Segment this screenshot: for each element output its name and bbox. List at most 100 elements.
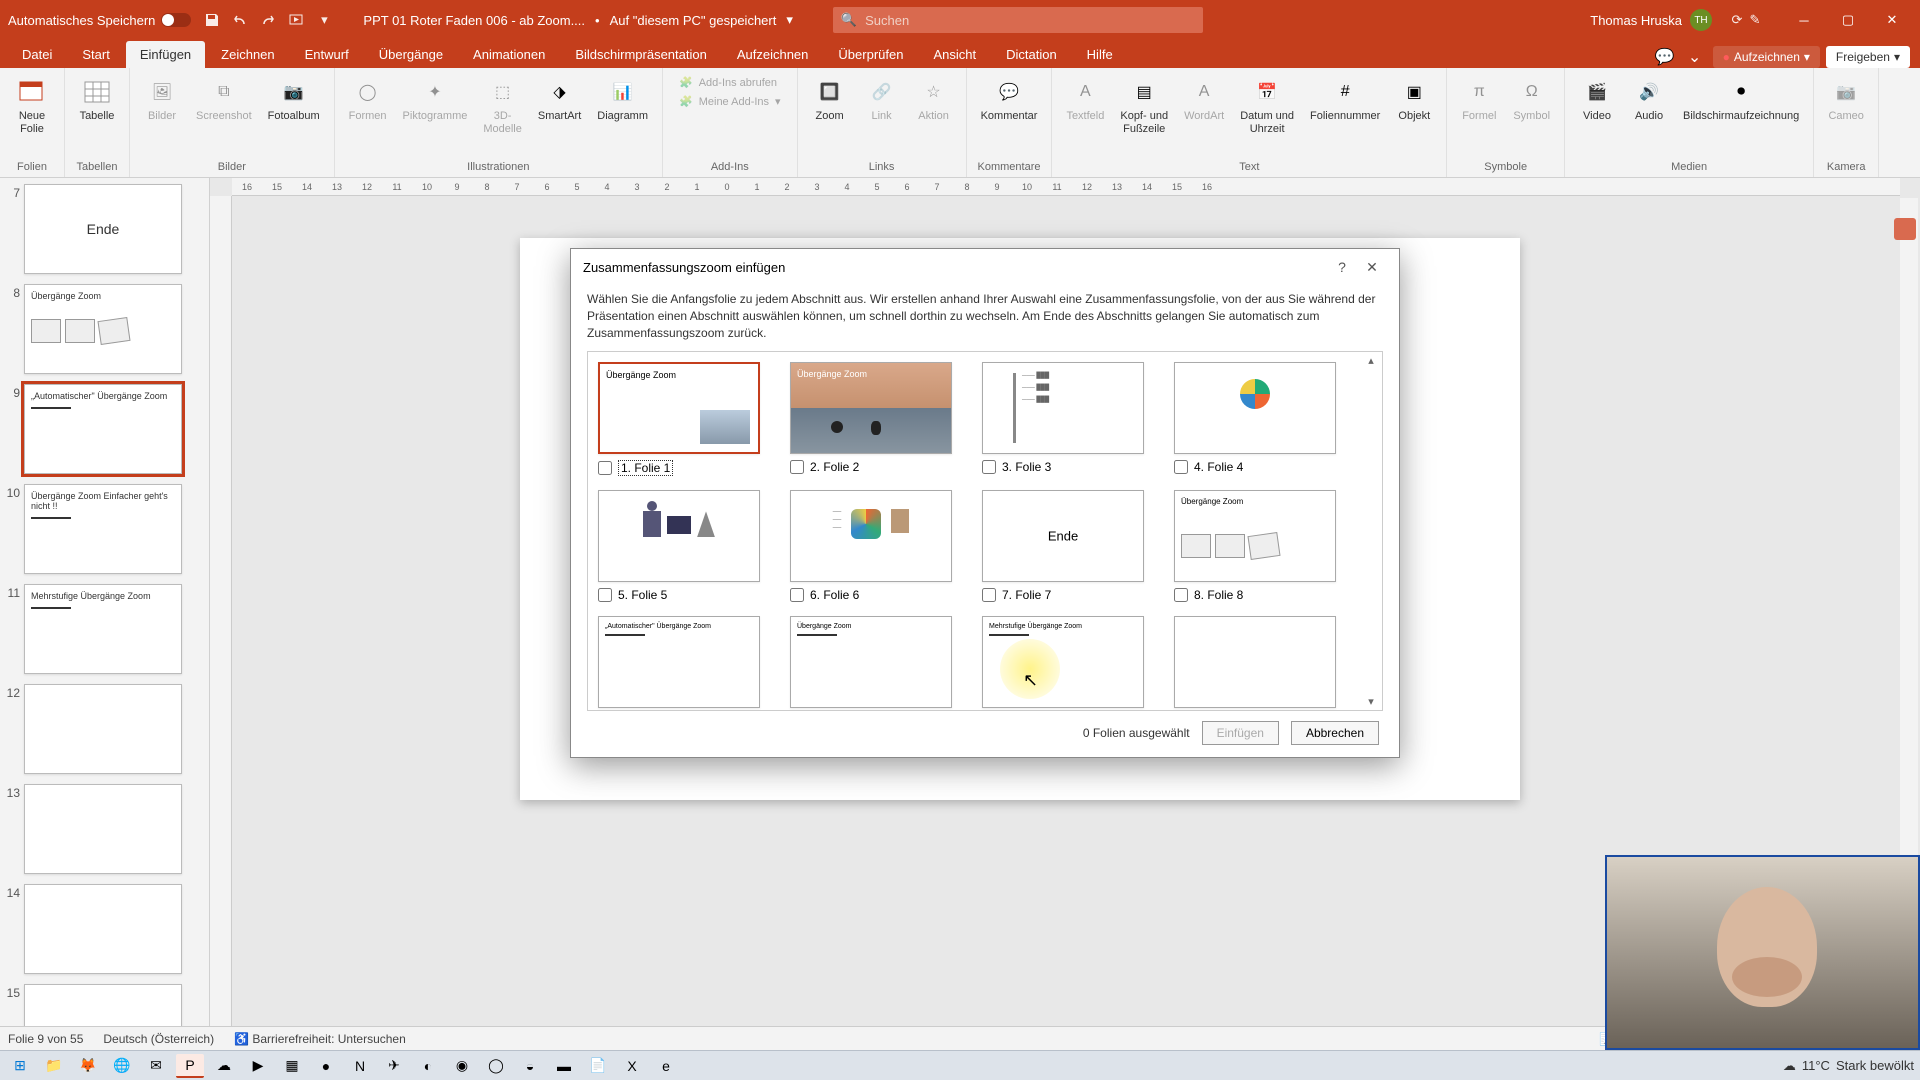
dialog-slide-checkbox[interactable]	[598, 588, 612, 602]
datetime-button[interactable]: 📅Datum und Uhrzeit	[1234, 72, 1300, 140]
slide-thumb-preview[interactable]	[24, 784, 182, 874]
share-button[interactable]: Freigeben▾	[1826, 46, 1910, 68]
toggle-switch-icon[interactable]	[161, 13, 191, 27]
dialog-slide-item[interactable]: ─── ███─── ███─── ███3. Folie 3	[982, 362, 1158, 476]
dialog-slide-checkbox[interactable]	[1174, 588, 1188, 602]
tab-uebergaenge[interactable]: Übergänge	[365, 41, 457, 68]
icons-button[interactable]: ✦Piktogramme	[397, 72, 474, 127]
symbol-button[interactable]: ΩSymbol	[1507, 72, 1556, 127]
dialog-slide-checkbox-row[interactable]: 12. Folie 12	[1174, 708, 1350, 711]
dialog-slide-item[interactable]: Mehrstufige Übergänge Zoom11. Folie 11	[982, 616, 1158, 711]
undo-icon[interactable]	[231, 11, 249, 29]
slide-thumb-preview[interactable]	[24, 684, 182, 774]
taskbar-app-icon[interactable]: ☁	[210, 1054, 238, 1078]
equation-button[interactable]: πFormel	[1455, 72, 1503, 127]
taskbar-powerpoint-icon[interactable]: P	[176, 1054, 204, 1078]
slide-counter[interactable]: Folie 9 von 55	[8, 1032, 83, 1046]
dialog-slide-checkbox-row[interactable]: 2. Folie 2	[790, 454, 966, 474]
taskbar-telegram-icon[interactable]: ✈	[380, 1054, 408, 1078]
comments-pane-icon[interactable]: 💬	[1653, 47, 1677, 67]
dialog-close-button[interactable]: ✕	[1357, 257, 1387, 277]
header-footer-button[interactable]: ▤Kopf- und Fußzeile	[1114, 72, 1174, 140]
screenrec-button[interactable]: ⏺Bildschirmaufzeichnung	[1677, 72, 1805, 127]
get-addins-button[interactable]: 🧩 Add-Ins abrufen	[673, 74, 787, 91]
taskbar-outlook-icon[interactable]: ✉	[142, 1054, 170, 1078]
slide-thumbnail[interactable]: 8Übergänge Zoom	[2, 284, 205, 374]
autosave-toggle[interactable]: Automatisches Speichern	[8, 13, 191, 28]
taskbar-app4-icon[interactable]: ◐	[414, 1054, 442, 1078]
zoom-button[interactable]: 🔲Zoom	[806, 72, 854, 127]
dialog-slide-checkbox[interactable]	[790, 588, 804, 602]
dialog-slide-preview[interactable]: Ende	[982, 490, 1144, 582]
dialog-slide-checkbox-row[interactable]: 6. Folie 6	[790, 582, 966, 602]
ribbon-collapse-icon[interactable]: ⌄	[1683, 47, 1707, 67]
sync-icon[interactable]: ⟳	[1728, 11, 1746, 29]
tab-ueberpruefen[interactable]: Überprüfen	[824, 41, 917, 68]
slide-thumbnail-panel[interactable]: 7Ende8Übergänge Zoom9„Automatischer" Übe…	[0, 178, 210, 1050]
tab-datei[interactable]: Datei	[8, 41, 66, 68]
slide-thumb-preview[interactable]: Übergänge Zoom	[24, 284, 182, 374]
slideshow-icon[interactable]	[287, 11, 305, 29]
slide-thumbnail[interactable]: 11Mehrstufige Übergänge Zoom	[2, 584, 205, 674]
slide-thumbnail[interactable]: 14	[2, 884, 205, 974]
audio-button[interactable]: 🔊Audio	[1625, 72, 1673, 127]
start-button[interactable]: ⊞	[6, 1054, 34, 1078]
language-indicator[interactable]: Deutsch (Österreich)	[103, 1032, 214, 1046]
taskbar-edge-icon[interactable]: e	[652, 1054, 680, 1078]
dialog-slide-item[interactable]: 5. Folie 5	[598, 490, 774, 602]
comments-toggle-icon[interactable]	[1894, 218, 1916, 240]
dialog-slide-preview[interactable]: Übergänge Zoom	[790, 362, 952, 454]
3dmodels-button[interactable]: ⬚3D- Modelle	[477, 72, 528, 140]
link-button[interactable]: 🔗Link	[858, 72, 906, 127]
dialog-slide-item[interactable]: Übergänge Zoom8. Folie 8	[1174, 490, 1350, 602]
slidenumber-button[interactable]: #Foliennummer	[1304, 72, 1386, 127]
dialog-slide-preview[interactable]: ──────	[790, 490, 952, 582]
taskbar-app2-icon[interactable]: ▦	[278, 1054, 306, 1078]
dialog-slide-preview[interactable]	[598, 490, 760, 582]
dialog-slide-checkbox[interactable]	[598, 461, 612, 475]
dialog-slide-checkbox[interactable]	[1174, 460, 1188, 474]
taskbar-obs-icon[interactable]: ◉	[448, 1054, 476, 1078]
dialog-slide-checkbox[interactable]	[790, 460, 804, 474]
close-button[interactable]: ✕	[1872, 5, 1912, 35]
slide-thumbnail[interactable]: 13	[2, 784, 205, 874]
screenshot-button[interactable]: ⧉Screenshot	[190, 72, 258, 127]
dialog-slide-item[interactable]: Übergänge Zoom10. Folie 10	[790, 616, 966, 711]
dialog-titlebar[interactable]: Zusammenfassungszoom einfügen ? ✕	[571, 249, 1399, 285]
dialog-slide-item[interactable]: Übergänge Zoom2. Folie 2	[790, 362, 966, 476]
tab-ansicht[interactable]: Ansicht	[919, 41, 990, 68]
minimize-button[interactable]: ─	[1784, 5, 1824, 35]
maximize-button[interactable]: ▢	[1828, 5, 1868, 35]
dialog-slide-item[interactable]: 4. Folie 4	[1174, 362, 1350, 476]
dialog-slide-checkbox-row[interactable]: 1. Folie 1	[598, 454, 774, 476]
video-button[interactable]: 🎬Video	[1573, 72, 1621, 127]
scroll-down-icon[interactable]: ▾	[1368, 695, 1374, 708]
search-input[interactable]	[865, 13, 1195, 28]
dialog-slide-preview[interactable]: Übergänge Zoom	[790, 616, 952, 708]
dialog-help-button[interactable]: ?	[1327, 257, 1357, 277]
photoalbum-button[interactable]: 📷Fotoalbum	[262, 72, 326, 127]
slide-thumb-preview[interactable]: Ende	[24, 184, 182, 274]
taskbar-vlc-icon[interactable]: ▶	[244, 1054, 272, 1078]
dialog-slide-checkbox-row[interactable]: 8. Folie 8	[1174, 582, 1350, 602]
taskbar-excel-icon[interactable]: X	[618, 1054, 646, 1078]
slide-thumbnail[interactable]: 7Ende	[2, 184, 205, 274]
dialog-slide-checkbox-row[interactable]: 5. Folie 5	[598, 582, 774, 602]
draw-icon[interactable]: ✎	[1746, 11, 1764, 29]
dialog-slide-checkbox-row[interactable]: 7. Folie 7	[982, 582, 1158, 602]
record-button[interactable]: ●Aufzeichnen▾	[1713, 46, 1820, 68]
dialog-slide-preview[interactable]	[1174, 616, 1336, 708]
tab-einfuegen[interactable]: Einfügen	[126, 41, 205, 68]
dialog-slide-checkbox-row[interactable]: 3. Folie 3	[982, 454, 1158, 474]
shapes-button[interactable]: ◯Formen	[343, 72, 393, 127]
dialog-slide-item[interactable]: ──────6. Folie 6	[790, 490, 966, 602]
dialog-slide-item[interactable]: Ende7. Folie 7	[982, 490, 1158, 602]
accessibility-checker[interactable]: ♿ Barrierefreiheit: Untersuchen	[234, 1032, 406, 1046]
search-box[interactable]: 🔍	[833, 7, 1203, 33]
tab-aufzeichnen[interactable]: Aufzeichnen	[723, 41, 823, 68]
taskbar-onenote-icon[interactable]: N	[346, 1054, 374, 1078]
save-location[interactable]: Auf "diesem PC" gespeichert	[610, 13, 777, 28]
slide-thumbnail[interactable]: 12	[2, 684, 205, 774]
taskbar-app7-icon[interactable]: ▬	[550, 1054, 578, 1078]
dialog-slide-checkbox[interactable]	[982, 460, 996, 474]
